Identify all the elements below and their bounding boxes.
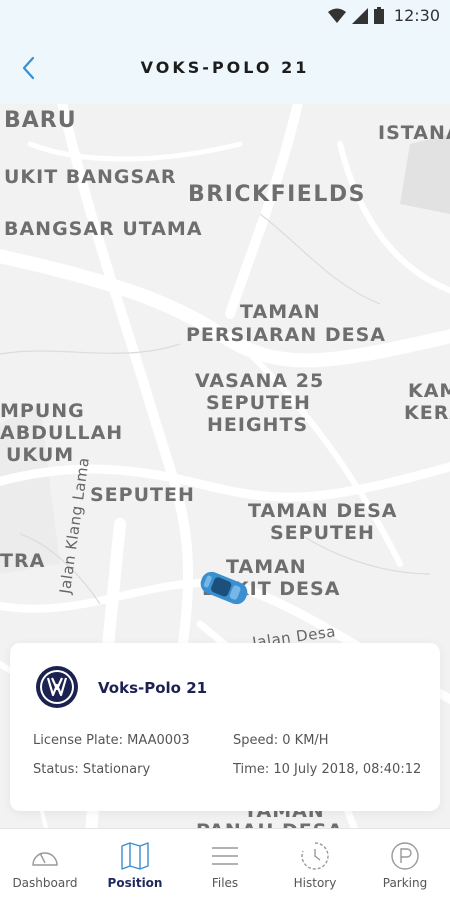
map-label: MPUNG <box>0 400 85 422</box>
map-label: ISTANA <box>378 122 450 144</box>
map-label: SEPUTEH <box>206 392 311 414</box>
nav-item-files[interactable]: Files <box>180 829 270 900</box>
vw-logo-icon <box>36 666 78 708</box>
map-label: TAMAN <box>226 556 307 578</box>
bottom-nav: Dashboard Position Files History Parking <box>0 828 450 900</box>
map-label: TRA <box>0 550 46 572</box>
battery-icon <box>373 7 384 24</box>
wifi-icon <box>327 8 346 23</box>
map-label: UKIT BANGSAR <box>4 166 177 188</box>
map-label: PERSIARAN DESA <box>186 324 386 346</box>
history-clock-icon <box>301 842 329 870</box>
map-icon <box>121 842 149 870</box>
map-label: VASANA 25 <box>195 370 325 392</box>
vehicle-name: Voks-Polo 21 <box>98 679 208 697</box>
map-label: BANGSAR UTAMA <box>4 218 203 240</box>
status-value: Status: Stationary <box>33 762 151 777</box>
nav-item-dashboard[interactable]: Dashboard <box>0 829 90 900</box>
parking-icon <box>391 842 419 870</box>
map-label: HEIGHTS <box>207 414 309 436</box>
nav-label: Parking <box>382 876 428 890</box>
nav-label: History <box>293 876 337 890</box>
nav-label: Files <box>211 876 239 890</box>
dashboard-gauge-icon <box>32 852 58 866</box>
map-label: ABDULLAH <box>0 422 124 444</box>
signal-icon <box>351 7 368 24</box>
map-label: PANAH DESA <box>196 820 343 828</box>
map-label: SEPUTEH <box>90 484 195 506</box>
map-label: TAMAN <box>240 301 321 323</box>
app-header: VOKS-POLO 21 <box>0 32 450 104</box>
nav-item-position[interactable]: Position <box>90 829 180 900</box>
map-label: SEPUTEH <box>270 522 375 544</box>
nav-label: Dashboard <box>12 876 78 890</box>
nav-item-parking[interactable]: Parking <box>360 829 450 900</box>
speed-value: Speed: 0 KM/H <box>233 733 329 748</box>
map-label: KERA <box>404 402 450 424</box>
nav-label: Position <box>107 876 163 890</box>
vehicle-info-card[interactable]: Voks-Polo 21 License Plate: MAA0003 Spee… <box>10 643 440 811</box>
clock-time: 12:30 <box>393 6 440 25</box>
nav-item-history[interactable]: History <box>270 829 360 900</box>
menu-lines-icon <box>212 847 238 865</box>
map-label: KAM <box>408 380 450 402</box>
map-label: BARU <box>4 108 77 133</box>
map-label: UKUM <box>6 444 75 466</box>
page-title: VOKS-POLO 21 <box>140 58 310 77</box>
timestamp-value: Time: 10 July 2018, 08:40:12 <box>233 762 422 777</box>
status-bar: 12:30 <box>0 0 450 32</box>
map-label: BRICKFIELDS <box>188 182 366 207</box>
map-label: TAMAN DESA <box>248 500 398 522</box>
license-plate: License Plate: MAA0003 <box>33 733 190 748</box>
